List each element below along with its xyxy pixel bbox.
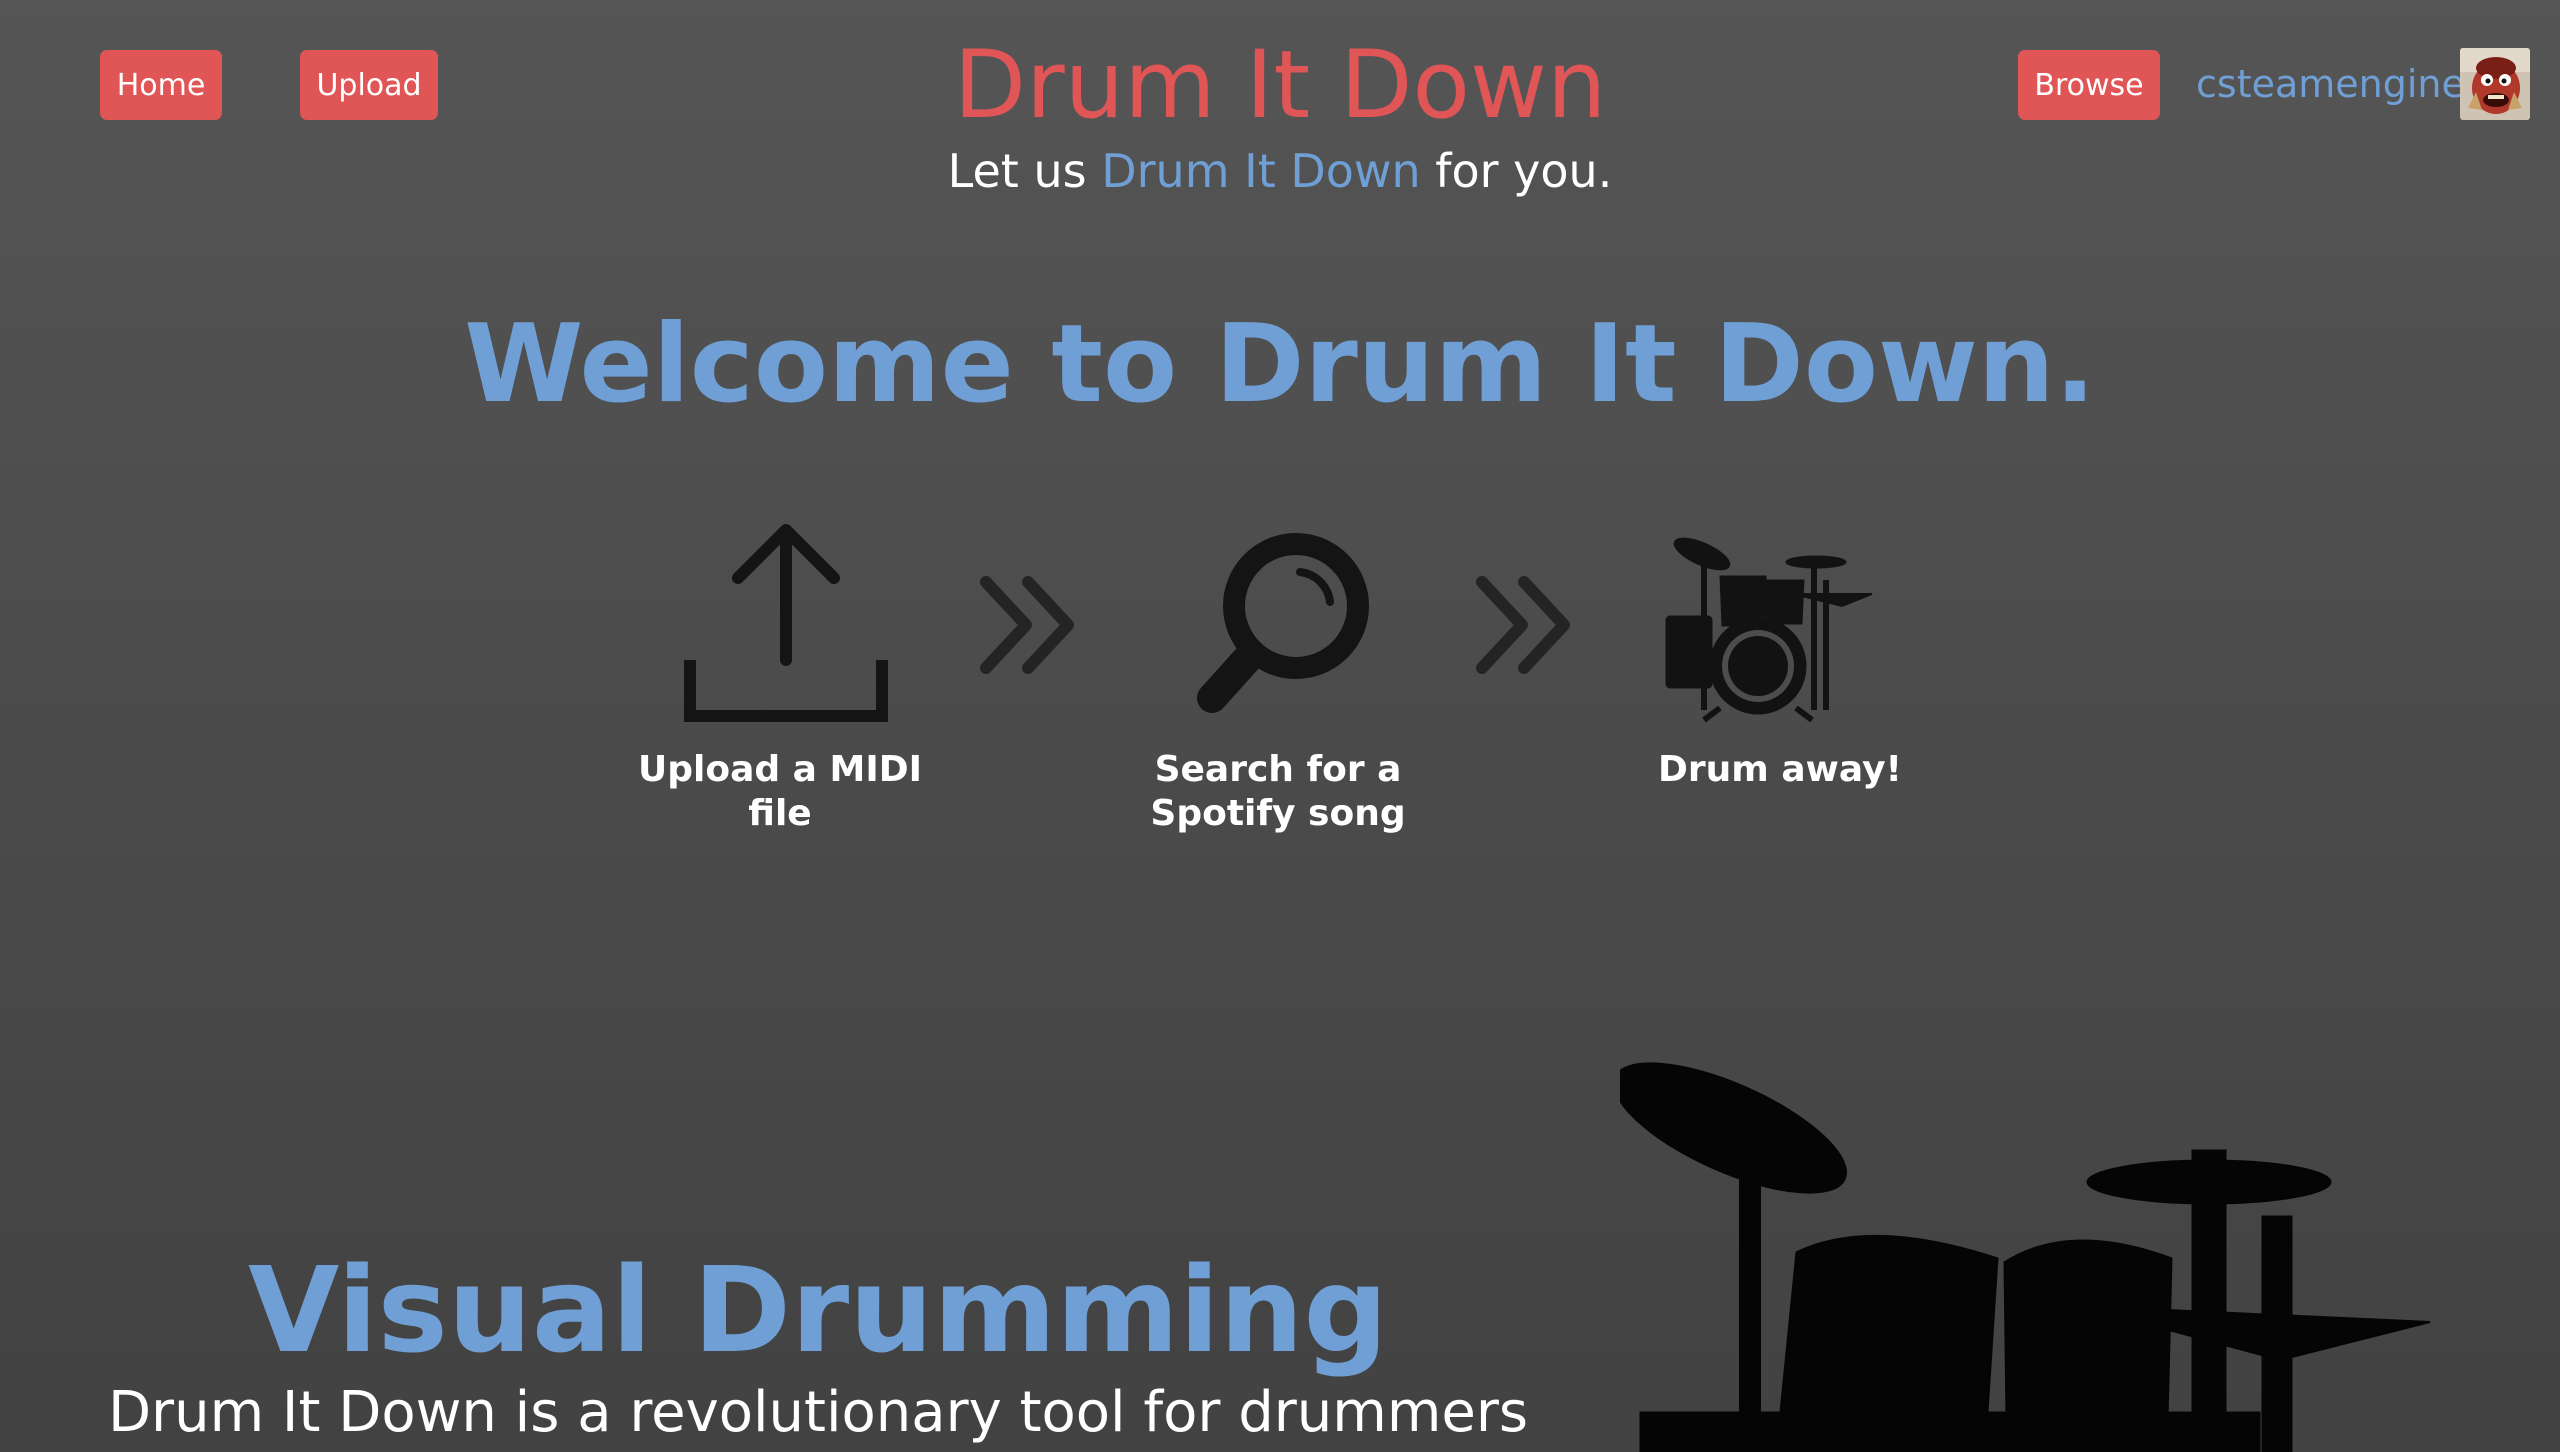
- avatar[interactable]: [2460, 48, 2530, 120]
- welcome-heading: Welcome to Drum It Down.: [464, 302, 2096, 427]
- browse-button[interactable]: Browse: [2018, 50, 2160, 120]
- tagline-suffix: for you.: [1420, 144, 1613, 198]
- drum-kit-silhouette: [1620, 1062, 2431, 1452]
- chevron-right-icon: [980, 576, 1074, 674]
- site-title: Drum It Down: [953, 31, 1607, 140]
- site-tagline: Let us Drum It Down for you.: [0, 140, 2560, 202]
- step-search-label: Search for a Spotify song: [1150, 749, 1406, 834]
- visual-drumming-heading: Visual Drumming: [247, 1241, 1389, 1379]
- step-drum-label: Drum away!: [1658, 749, 1902, 790]
- tagline-prefix: Let us: [947, 144, 1102, 198]
- drum-kit-icon: [1665, 537, 1873, 723]
- username-link[interactable]: csteamengine: [2196, 56, 2465, 112]
- upload-icon: [684, 524, 888, 722]
- step-upload-label: Upload a MIDI file: [638, 749, 922, 834]
- avatar-image: [2460, 48, 2530, 120]
- chevron-right-icon: [1476, 576, 1570, 674]
- tagline-accent: Drum It Down: [1101, 144, 1421, 198]
- visual-drumming-description: Drum It Down is a revolutionary tool for…: [107, 1380, 1529, 1445]
- search-icon: [1197, 533, 1369, 713]
